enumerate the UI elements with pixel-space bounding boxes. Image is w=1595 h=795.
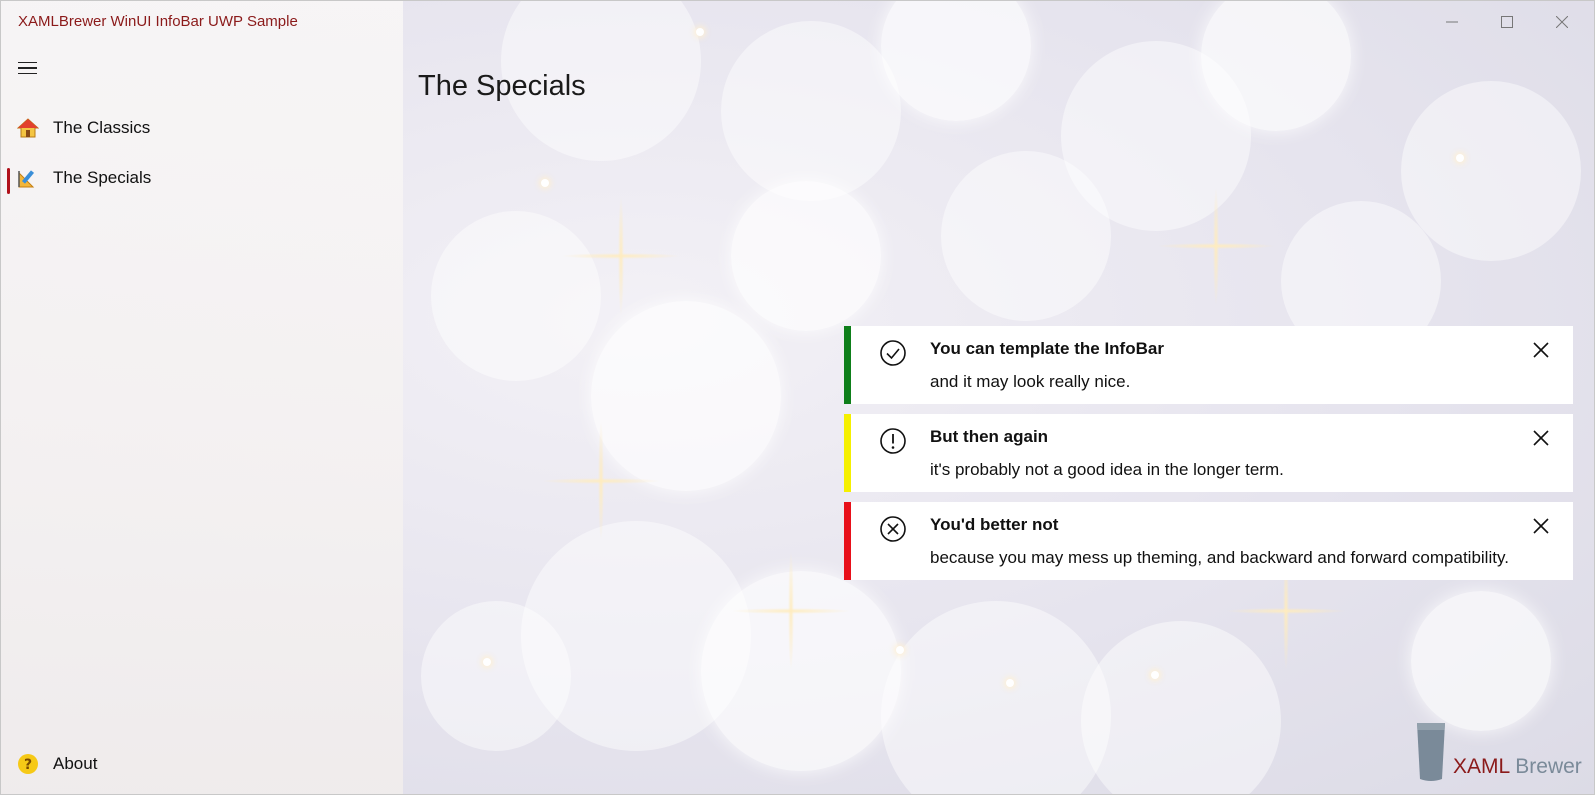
title-bar: XAMLBrewer WinUI InfoBar UWP Sample — [1, 1, 1594, 43]
logo-text: XAML Brewer — [1453, 755, 1582, 779]
maximize-button[interactable] — [1484, 5, 1530, 39]
svg-text:?: ? — [24, 757, 32, 773]
severity-accent-bar — [844, 502, 851, 580]
minimize-icon — [1446, 21, 1458, 23]
hamburger-menu-button[interactable] — [15, 55, 43, 81]
infobar-close-button[interactable] — [1529, 514, 1553, 538]
severity-accent-bar — [844, 326, 851, 404]
infobar-message: and it may look really nice. — [930, 372, 1131, 391]
logo-word-brewer: Brewer — [1515, 755, 1582, 778]
nav-item-label: About — [53, 754, 98, 773]
infobar-title: But then again — [930, 427, 1049, 446]
nav-item-the-classics[interactable]: The Classics — [7, 108, 397, 148]
beer-glass-icon — [1417, 723, 1445, 781]
infobar-title: You can template the InfoBar — [930, 339, 1164, 358]
nav-item-about[interactable]: ? About — [7, 744, 397, 784]
infobar-message: it's probably not a good idea in the lon… — [930, 460, 1284, 479]
x-circle-icon — [880, 516, 906, 542]
close-icon — [1556, 16, 1568, 28]
exclamation-circle-icon — [880, 428, 906, 454]
infobar-close-button[interactable] — [1529, 426, 1553, 450]
close-icon — [1533, 342, 1549, 358]
logo-word-xaml: XAML — [1453, 755, 1510, 778]
help-icon: ? — [17, 753, 39, 775]
check-circle-icon — [880, 340, 906, 366]
page-title: The Specials — [418, 70, 586, 103]
close-icon — [1533, 430, 1549, 446]
hamburger-icon-line — [18, 72, 37, 75]
app-title: XAMLBrewer WinUI InfoBar UWP Sample — [18, 13, 298, 30]
close-icon — [1533, 518, 1549, 534]
hamburger-icon-line — [18, 67, 37, 69]
maximize-icon — [1501, 16, 1513, 28]
infobar-error: You'd better not because you may mess up… — [844, 502, 1573, 580]
infobar-close-button[interactable] — [1529, 338, 1553, 362]
infobar-warning: But then again it's probably not a good … — [844, 414, 1573, 492]
drafting-icon — [17, 167, 39, 189]
nav-item-label: The Classics — [53, 118, 151, 137]
infobar-title: You'd better not — [930, 515, 1059, 534]
hamburger-icon — [18, 61, 37, 64]
navigation-pane: The Classics The Specials ? About — [1, 1, 403, 794]
nav-item-label: The Specials — [53, 168, 152, 187]
infobar-message: because you may mess up theming, and bac… — [930, 548, 1509, 567]
xaml-brewer-logo: XAML Brewer — [1415, 721, 1582, 783]
infobar-success: You can template the InfoBar and it may … — [844, 326, 1573, 404]
severity-accent-bar — [844, 414, 851, 492]
minimize-button[interactable] — [1429, 5, 1475, 39]
close-window-button[interactable] — [1539, 5, 1585, 39]
nav-item-the-specials[interactable]: The Specials — [7, 158, 397, 198]
house-icon — [17, 117, 39, 139]
app-window: XAMLBrewer WinUI InfoBar UWP Sample The … — [0, 0, 1595, 795]
selection-indicator — [7, 168, 10, 194]
